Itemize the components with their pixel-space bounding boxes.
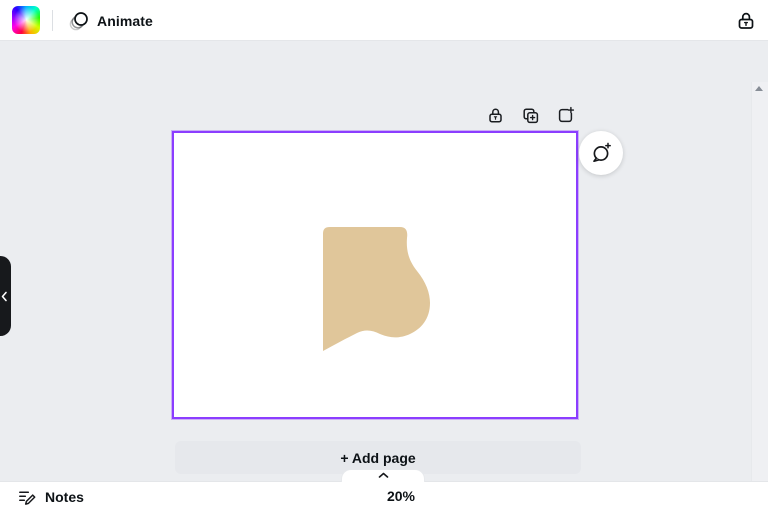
animate-button[interactable]: Animate <box>60 5 161 36</box>
color-picker-swatch-icon[interactable] <box>12 6 40 34</box>
workspace: + Add page <box>0 41 768 512</box>
notes-button[interactable]: Notes <box>10 484 91 510</box>
notes-button-label: Notes <box>45 489 84 505</box>
chevron-left-icon <box>1 291 8 302</box>
add-page-button-label: + Add page <box>340 450 415 466</box>
lock-page-button[interactable] <box>486 106 505 125</box>
top-toolbar: Animate <box>0 0 768 41</box>
toolbar-divider <box>52 10 53 31</box>
notes-icon <box>17 487 37 507</box>
scroll-up-arrow[interactable] <box>755 86 763 91</box>
add-page-icon-button[interactable] <box>556 106 575 125</box>
sidebar-collapse-handle[interactable] <box>0 256 11 336</box>
chevron-up-icon <box>378 472 389 479</box>
zoom-level-value: 20% <box>378 488 424 504</box>
unlock-button[interactable] <box>735 10 757 32</box>
blob-shape[interactable] <box>320 225 433 351</box>
canvas-page[interactable] <box>172 131 578 419</box>
vertical-scrollbar[interactable] <box>751 82 768 497</box>
animate-icon <box>68 10 90 32</box>
duplicate-page-button[interactable] <box>521 106 540 125</box>
page-controls <box>486 106 575 125</box>
bottom-panel-expand-handle[interactable] <box>341 469 425 482</box>
add-comment-button[interactable] <box>579 131 623 175</box>
bottom-statusbar: Notes 20% <box>0 481 768 512</box>
animate-button-label: Animate <box>97 13 153 29</box>
